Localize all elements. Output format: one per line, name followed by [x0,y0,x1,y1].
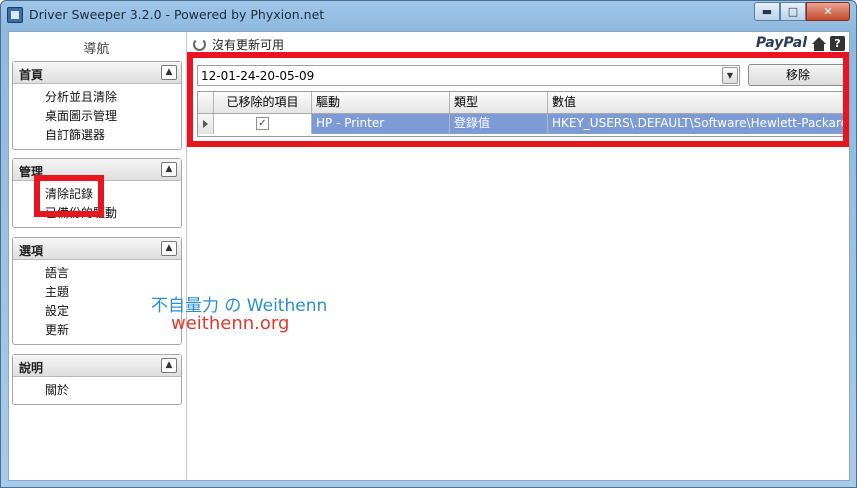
navigation-title: 導航 [83,42,110,57]
watermark-url: weithenn.org [171,313,290,334]
update-status-text: 沒有更新可用 [212,38,285,52]
nav-group-header[interactable]: 選項 ▲ [13,238,181,260]
close-button[interactable]: ✕ [806,2,850,21]
app-icon [7,7,23,23]
app-window: Driver Sweeper 3.2.0 - Powered by Phyxio… [0,0,857,488]
collapse-icon[interactable]: ▲ [161,65,177,80]
paypal-logo[interactable]: PayPal [756,35,807,51]
nav-group-label: 選項 [19,244,44,258]
client-area: 導航 首頁 ▲ 分析並且清除 桌面圖示管理 自訂篩選器 管理 ▲ 清除記錄 已備… [8,31,850,481]
nav-group-label: 首頁 [19,68,44,82]
maximize-button[interactable]: □ [780,2,806,21]
highlight-box-main [187,52,849,147]
nav-group-help: 說明 ▲ 關於 [12,354,182,405]
window-title: Driver Sweeper 3.2.0 - Powered by Phyxio… [29,7,325,22]
collapse-icon[interactable]: ▲ [161,358,177,373]
nav-group-label: 說明 [19,361,44,375]
nav-item-language[interactable]: 語言 [45,264,181,283]
minimize-button[interactable]: ▬ [754,2,780,21]
nav-group-home: 首頁 ▲ 分析並且清除 桌面圖示管理 自訂篩選器 [12,61,182,150]
navigation-pane: 導航 首頁 ▲ 分析並且清除 桌面圖示管理 自訂篩選器 管理 ▲ 清除記錄 已備… [9,32,186,480]
nav-item-custom-filter[interactable]: 自訂篩選器 [45,126,181,145]
update-status: 沒有更新可用 [193,36,284,53]
nav-item-desktop-icons[interactable]: 桌面圖示管理 [45,107,181,126]
collapse-icon[interactable]: ▲ [161,241,177,256]
main-panel: 沒有更新可用 PayPal ? 12-01-24-20-05-09 ▼ 移除 已… [186,32,849,480]
home-icon[interactable] [811,37,827,51]
refresh-icon[interactable] [193,38,206,51]
nav-group-header[interactable]: 說明 ▲ [13,355,181,377]
help-icon[interactable]: ? [830,36,845,51]
collapse-icon[interactable]: ▲ [161,162,177,177]
highlight-box-nav [34,175,104,217]
window-controls: ▬ □ ✕ [754,2,850,22]
nav-item-analyze-clean[interactable]: 分析並且清除 [45,88,181,107]
title-bar[interactable]: Driver Sweeper 3.2.0 - Powered by Phyxio… [1,1,856,31]
nav-group-header[interactable]: 首頁 ▲ [13,62,181,84]
nav-item-update[interactable]: 更新 [45,321,181,340]
nav-item-about[interactable]: 關於 [45,381,181,400]
